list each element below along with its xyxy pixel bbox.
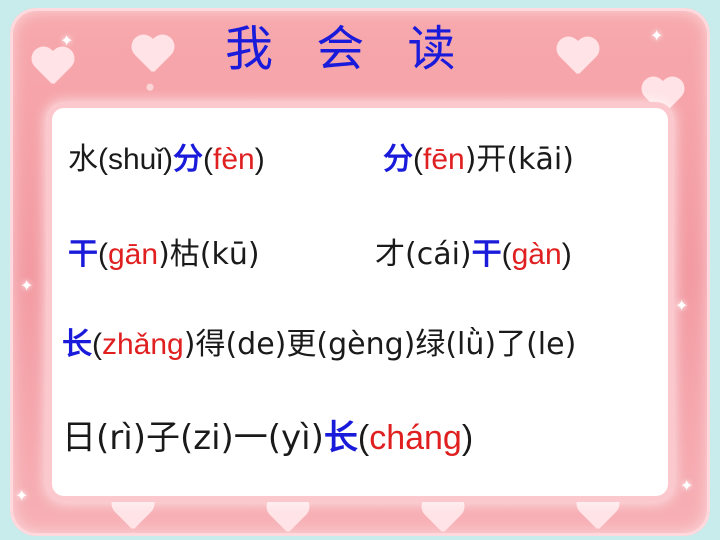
text-segment: ( (357, 419, 370, 457)
pinyin-highlight: fèn (213, 143, 255, 176)
heart-icon (265, 496, 309, 536)
sparkle-icon: ✦ (675, 296, 689, 315)
heart-icon (420, 496, 464, 536)
text-segment: ( (413, 143, 423, 176)
sparkle-icon: ✦ (650, 26, 664, 45)
highlighted-character: 干 (471, 237, 502, 272)
text-segment: ( (501, 238, 512, 271)
slide: ✦ ✦ ✦ ✦ ✦ ✦ 我 会 读 水(shuǐ)分(fèn) 分(fēn)开(… (0, 0, 720, 540)
sparkle-icon: ✦ (20, 276, 34, 295)
heart-icon (575, 493, 619, 533)
text-segment: ) (561, 238, 572, 271)
text-segment: ( (203, 143, 214, 176)
heart-icon (30, 48, 74, 88)
pinyin-highlight: gàn (511, 238, 562, 271)
pinyin-highlight: fēn (423, 143, 465, 176)
reading-line: 长(zhǎng)得(de)更(gèng)绿(lǜ)了(le) (62, 325, 576, 365)
highlighted-character: 长 (323, 418, 358, 458)
highlighted-character: 分 (173, 142, 204, 177)
text-segment: ) (461, 419, 474, 457)
highlighted-character: 长 (62, 327, 92, 362)
text-segment: 水 (68, 142, 98, 177)
heart-icon (110, 493, 154, 533)
sparkle-icon: ✦ (60, 31, 74, 50)
sparkle-icon: ✦ (680, 476, 694, 495)
pinyin-highlight: zhǎng (102, 328, 184, 361)
reading-line: 日(rì)子(zi)一(yì)长(cháng) (62, 418, 473, 458)
reading-line: 水(shuǐ)分(fèn) (68, 140, 265, 180)
text-segment: )枯(kū) (158, 237, 260, 272)
text-segment: 才(cái) (375, 237, 472, 272)
reading-line: 才(cái)干(gàn) (375, 235, 572, 275)
text-segment: 日(rì)子(zi)一(yì) (62, 418, 324, 458)
reading-line: 分(fēn)开(kāi) (383, 140, 574, 180)
text-segment: ( (98, 238, 108, 271)
text-segment: (shuǐ) (98, 143, 174, 176)
pinyin-highlight: cháng (369, 419, 462, 457)
text-segment: ) (254, 143, 265, 176)
text-segment: )开(kāi) (464, 142, 574, 177)
highlighted-character: 干 (68, 237, 98, 272)
page-title: 我 会 读 (225, 21, 470, 77)
heart-icon (130, 36, 174, 76)
sparkle-icon: ✦ (15, 486, 29, 505)
highlighted-character: 分 (383, 142, 413, 177)
pinyin-highlight: gān (108, 238, 159, 271)
text-segment: )得(de)更(gèng)绿(lǜ)了(le) (183, 327, 577, 362)
text-segment: ( (92, 328, 102, 361)
heart-icon (555, 38, 599, 78)
reading-line: 干(gān)枯(kū) (68, 235, 260, 275)
